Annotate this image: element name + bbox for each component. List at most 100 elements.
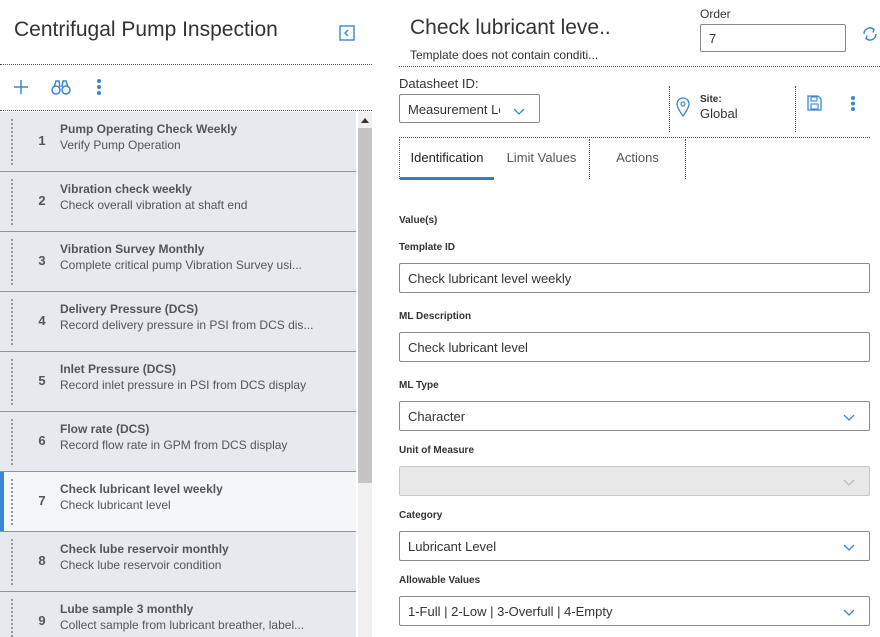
list-item[interactable]: 6 Flow rate (DCS) Record flow rate in GPM … [0,412,356,472]
drag-handle-icon[interactable] [10,418,15,466]
item-subtitle: Check lube reservoir condition [60,558,222,572]
chevron-down-icon [513,103,525,121]
collapse-panel-icon[interactable] [339,25,355,41]
item-subtitle: Record delivery pressure in PSI from DCS… [60,318,314,332]
uom-select[interactable] [399,466,870,496]
item-subtitle: Check overall vibration at shaft end [60,198,248,212]
site-value: Global [700,106,738,121]
list-item[interactable]: 9 Lube sample 3 monthly Collect sample fro… [0,592,356,637]
item-title: Delivery Pressure (DCS) [60,302,199,316]
divider [669,86,670,132]
drag-handle-icon[interactable] [10,598,15,637]
location-pin-icon [675,97,691,118]
ml-description-field[interactable]: Check lubricant level [399,332,870,362]
uom-label: Unit of Measure [399,445,475,456]
item-number: 9 [38,613,46,628]
drag-handle-icon[interactable] [10,298,15,346]
drag-handle-icon[interactable] [10,238,15,286]
refresh-icon[interactable] [861,25,879,43]
more-vertical-icon[interactable] [92,77,106,97]
section-label: Value(s) [399,215,438,226]
drag-handle-icon[interactable] [10,358,15,406]
item-subtitle: Complete critical pump Vibration Survey … [60,258,302,272]
item-number: 2 [38,193,46,208]
list-item[interactable]: 4 Delivery Pressure (DCS) Record delivery … [0,292,356,352]
item-number: 5 [38,373,46,388]
allowable-values-label: Allowable Values [399,575,481,586]
chevron-down-icon [843,540,855,555]
tab-actions[interactable]: Actions [590,138,685,180]
category-label: Category [399,510,443,521]
drag-handle-icon[interactable] [10,478,15,526]
drag-handle-icon[interactable] [10,178,15,226]
item-title: Vibration check weekly [60,182,192,196]
selection-indicator [0,472,4,531]
panel-title: Centrifugal Pump Inspection [14,18,278,41]
inspection-list: 1 Pump Operating Check Weekly Verify Pump … [0,112,356,637]
item-title: Check lubricant level weekly [60,482,223,496]
save-icon[interactable] [806,95,822,111]
template-id-value: Check lubricant level weekly [408,271,572,286]
list-item[interactable]: 1 Pump Operating Check Weekly Verify Pump … [0,112,356,172]
item-number: 6 [38,433,46,448]
list-item[interactable]: 3 Vibration Survey Monthly Complete critic… [0,232,356,292]
drag-handle-icon[interactable] [10,538,15,586]
more-vertical-icon[interactable] [849,95,857,112]
drag-handle-icon[interactable] [10,118,15,166]
item-number: 3 [38,253,46,268]
datasheet-select[interactable]: Measurement Lo [399,94,540,123]
scroll-up-icon[interactable] [358,114,372,128]
allowable-values-select[interactable]: 1-Full | 2-Low | 3-Overfull | 4-Empty [399,596,870,626]
list-item[interactable]: 2 Vibration check weekly Check overall vib… [0,172,356,232]
ml-type-value: Character [408,409,466,424]
ml-description-label: ML Description [399,311,472,322]
order-label: Order [700,7,731,21]
page-subtitle: Template does not contain conditi... [410,48,599,62]
ml-type-label: ML Type [399,380,439,391]
allowable-values-value: 1-Full | 2-Low | 3-Overfull | 4-Empty [408,604,613,619]
divider [795,86,796,132]
divider [0,110,372,111]
tab-identification[interactable]: Identification [400,138,494,180]
page-title: Check lubricant leve.. [410,16,611,39]
item-number: 1 [38,133,46,148]
tab-limit-values[interactable]: Limit Values [494,138,589,180]
scrollbar-thumb[interactable] [358,128,372,483]
item-title: Inlet Pressure (DCS) [60,362,177,376]
template-id-field[interactable]: Check lubricant level weekly [399,263,870,293]
ml-type-select[interactable]: Character [399,401,870,431]
ml-description-value: Check lubricant level [408,340,528,355]
item-subtitle: Check lubricant level [60,498,171,512]
item-subtitle: Collect sample from lubricant breather, … [60,618,305,632]
item-title: Pump Operating Check Weekly [60,122,238,136]
item-number: 4 [38,313,46,328]
order-input[interactable] [700,24,846,52]
item-subtitle: Record flow rate in GPM from DCS display [60,438,288,452]
datasheet-label: Datasheet ID: [399,76,479,91]
chevron-down-icon [843,605,855,620]
add-icon[interactable] [11,77,31,97]
divider [0,64,372,65]
chevron-down-icon [843,475,855,490]
list-item[interactable]: 5 Inlet Pressure (DCS) Record inlet pressu… [0,352,356,412]
category-value: Lubricant Level [408,539,497,554]
list-item[interactable]: 8 Check lube reservoir monthly Check lube … [0,532,356,592]
item-title: Flow rate (DCS) [60,422,150,436]
template-id-label: Template ID [399,242,455,253]
datasheet-value: Measurement Lo [408,102,500,117]
item-number: 8 [38,553,46,568]
divider [685,139,686,179]
item-subtitle: Verify Pump Operation [60,138,181,152]
left-panel: Centrifugal Pump Inspection 1 Pump Operat… [0,0,372,637]
item-title: Check lube reservoir monthly [60,542,229,556]
binoculars-icon[interactable] [50,77,72,97]
category-select[interactable]: Lubricant Level [399,531,870,561]
list-item[interactable]: 7 Check lubricant level weekly Check lubri… [0,472,356,532]
divider [399,66,880,67]
item-subtitle: Record inlet pressure in PSI from DCS di… [60,378,307,392]
site-label: Site: [700,94,722,105]
item-title: Vibration Survey Monthly [60,242,205,256]
chevron-down-icon [843,410,855,425]
item-number: 7 [38,493,46,508]
item-title: Lube sample 3 monthly [60,602,194,616]
